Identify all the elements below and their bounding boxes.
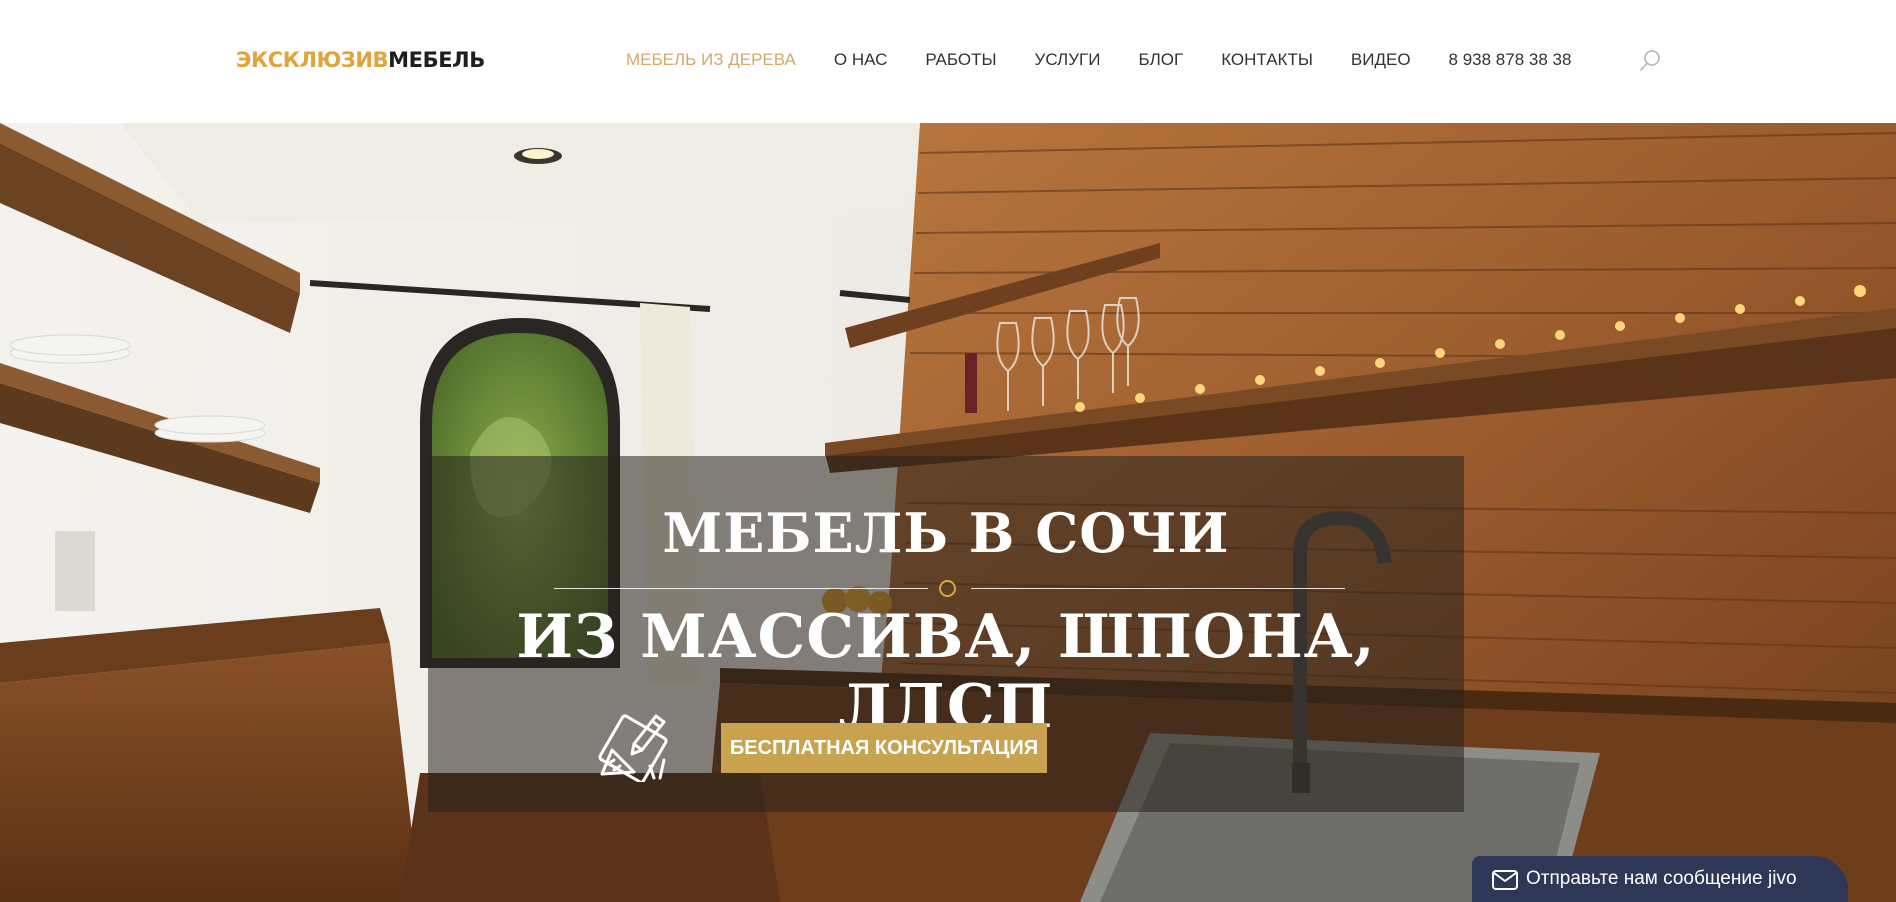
nav-item-about[interactable]: О НАС [834,49,887,71]
site-header: ЭКСКЛЮЗИВМЕБЕЛЬ МЕБЕЛЬ ИЗ ДЕРЕВА О НАС Р… [0,0,1896,123]
nav-item-wood-furniture[interactable]: МЕБЕЛЬ ИЗ ДЕРЕВА [626,49,796,71]
jivo-logo: jivo [1768,868,1797,889]
design-tools-icon [594,704,672,784]
nav-phone-number[interactable]: 8 938 878 38 38 [1449,49,1572,71]
nav-item-blog[interactable]: БЛОГ [1138,49,1183,71]
chat-message-label: Отправьте нам сообщение [1526,868,1763,889]
free-consultation-button[interactable]: БЕСПЛАТНАЯ КОНСУЛЬТАЦИЯ [721,723,1047,773]
divider-circle-icon [939,580,956,597]
hero-section: МЕБЕЛЬ В СОЧИ ИЗ МАССИВА, ШПОНА, ЛДСП БЕ… [0,123,1896,902]
divider-line [554,588,928,589]
nav-item-contacts[interactable]: КОНТАКТЫ [1221,49,1313,71]
hero-title-line1: МЕБЕЛЬ В СОЧИ [662,501,1230,565]
logo-dark-text: МЕБЕЛЬ [388,48,485,72]
nav-item-services[interactable]: УСЛУГИ [1035,49,1101,71]
site-logo[interactable]: ЭКСКЛЮЗИВМЕБЕЛЬ [236,47,485,73]
mail-icon [1492,870,1518,890]
nav-item-works[interactable]: РАБОТЫ [925,49,996,71]
main-nav: МЕБЕЛЬ ИЗ ДЕРЕВА О НАС РАБОТЫ УСЛУГИ БЛО… [626,49,1571,71]
search-icon[interactable] [1638,49,1662,73]
nav-item-video[interactable]: ВИДЕО [1351,49,1411,71]
divider-line [971,588,1345,589]
hero-title-line2: ИЗ МАССИВА, ШПОНА, ЛДСП [516,602,1376,742]
chat-widget[interactable]: Отправьте нам сообщение jivo [1472,856,1848,902]
hero-overlay: МЕБЕЛЬ В СОЧИ ИЗ МАССИВА, ШПОНА, ЛДСП БЕ… [428,456,1464,812]
logo-accent-text: ЭКСКЛЮЗИВ [236,48,389,72]
